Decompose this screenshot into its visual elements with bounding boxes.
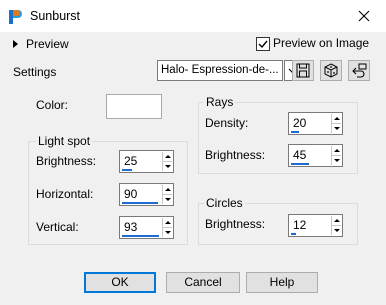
- preview-toggle[interactable]: Preview: [13, 37, 69, 51]
- rays-brightness-label: Brightness:: [205, 148, 266, 162]
- density-stepper[interactable]: [331, 114, 341, 133]
- color-label-text: Color:: [36, 98, 69, 112]
- down-arrow-icon: [334, 159, 340, 162]
- rays-brightness-value: 45: [293, 148, 307, 162]
- vertical-stepper[interactable]: [162, 218, 172, 237]
- horizontal-label: Horizontal:: [36, 187, 94, 201]
- down-arrow-icon: [334, 127, 340, 130]
- light-spot-brightness-label: Brightness:: [36, 154, 97, 168]
- expand-arrow-icon: [13, 40, 18, 48]
- horizontal-spinner[interactable]: 90: [119, 183, 174, 206]
- down-arrow-icon: [165, 198, 171, 201]
- stepper-divider: [163, 161, 172, 162]
- density-label: Density:: [205, 116, 249, 130]
- up-arrow-icon: [334, 149, 340, 152]
- color-swatch[interactable]: [106, 94, 162, 119]
- circles-title: Circles: [204, 196, 245, 210]
- vertical-label: Vertical:: [36, 220, 79, 234]
- density-bar: [291, 131, 299, 133]
- settings-label: Settings: [13, 65, 57, 79]
- vertical-spinner[interactable]: 93: [119, 216, 174, 239]
- horizontal-value: 90: [124, 187, 138, 201]
- help-button[interactable]: Help: [246, 272, 318, 293]
- stepper-divider: [163, 194, 172, 195]
- density-spinner[interactable]: 20: [288, 112, 343, 135]
- horizontal-stepper[interactable]: [162, 185, 172, 204]
- up-arrow-icon: [165, 188, 171, 191]
- close-icon[interactable]: [356, 8, 372, 24]
- density-value: 20: [293, 116, 307, 130]
- up-arrow-icon: [165, 155, 171, 158]
- down-arrow-icon: [334, 229, 340, 232]
- preset-value: Halo- Espression-de-...: [161, 64, 279, 76]
- light-spot-brightness-bar: [122, 169, 132, 171]
- vertical-bar: [122, 235, 159, 237]
- ok-button[interactable]: OK: [84, 272, 156, 293]
- cancel-button[interactable]: Cancel: [166, 272, 240, 293]
- up-arrow-icon: [334, 219, 340, 222]
- app-icon: [9, 10, 22, 24]
- light-spot-title: Light spot: [36, 134, 93, 148]
- color-label: Color:: [36, 98, 68, 112]
- save-preset-icon: [296, 63, 310, 78]
- circles-brightness-spinner[interactable]: 12: [288, 214, 343, 237]
- save-preset-button[interactable]: [292, 60, 314, 81]
- rays-brightness-spinner[interactable]: 45: [288, 144, 343, 167]
- randomize-button[interactable]: [320, 60, 342, 81]
- vertical-value: 93: [124, 220, 138, 234]
- checkmark-icon: [258, 40, 268, 49]
- preset-dropdown[interactable]: Halo- Espression-de-...: [157, 60, 283, 81]
- horizontal-bar: [122, 202, 158, 204]
- up-arrow-icon: [165, 221, 171, 224]
- stepper-divider: [163, 227, 172, 228]
- down-arrow-icon: [165, 165, 171, 168]
- preview-label: Preview: [26, 37, 69, 51]
- up-arrow-icon: [334, 117, 340, 120]
- reset-button[interactable]: [348, 60, 370, 81]
- stepper-divider: [332, 225, 341, 226]
- preview-on-image-checkbox[interactable]: [256, 37, 270, 51]
- light-spot-brightness-stepper[interactable]: [162, 152, 172, 171]
- circles-brightness-value: 12: [293, 218, 307, 232]
- stepper-divider: [332, 123, 341, 124]
- reset-icon: [352, 63, 367, 78]
- light-spot-brightness-value: 25: [124, 154, 138, 168]
- randomize-icon: [324, 63, 338, 78]
- light-spot-brightness-spinner[interactable]: 25: [119, 150, 174, 173]
- circles-brightness-stepper[interactable]: [331, 216, 341, 235]
- rays-brightness-stepper[interactable]: [331, 146, 341, 165]
- preview-on-image-label: Preview on Image: [273, 36, 370, 50]
- circles-brightness-bar: [291, 233, 296, 235]
- circles-brightness-label: Brightness:: [205, 217, 266, 231]
- rays-title: Rays: [204, 95, 236, 109]
- rays-brightness-bar: [291, 163, 309, 165]
- down-arrow-icon: [165, 231, 171, 234]
- window-title: Sunburst: [30, 9, 81, 23]
- stepper-divider: [332, 155, 341, 156]
